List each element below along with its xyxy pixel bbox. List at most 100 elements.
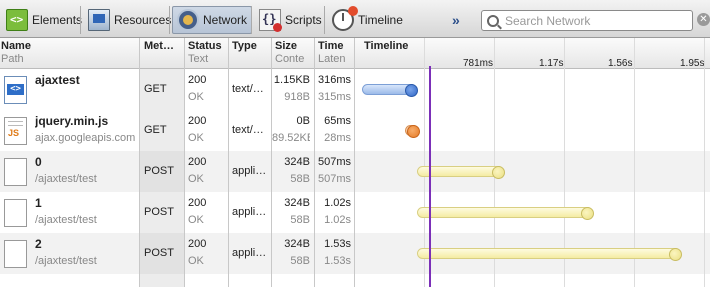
toolbar-divider — [169, 6, 170, 34]
time-cell: 65ms 28ms — [315, 113, 351, 147]
tab-elements[interactable]: Elements — [2, 6, 86, 34]
js-file-icon — [4, 117, 27, 145]
toolbar-divider — [80, 6, 81, 34]
status-value: 200 — [188, 156, 207, 168]
tab-scripts[interactable]: Scripts — [255, 6, 326, 34]
table-row[interactable]: jquery.min.js ajax.googleapis.com GET 200 OK… — [0, 110, 710, 151]
column-header-status[interactable]: Status Text — [188, 40, 228, 66]
column-title: Time — [318, 40, 344, 52]
timeline-tick-label: 781ms — [463, 58, 494, 69]
search-icon — [487, 14, 499, 27]
timeline-icon — [332, 6, 358, 31]
close-icon[interactable]: ✕ — [697, 13, 710, 26]
name-cell: 1/ajaxtest/test — [35, 195, 138, 229]
column-header-timeline[interactable]: Timeline — [364, 40, 424, 53]
size-value: 0B — [296, 115, 310, 127]
status-cell: 200 OK — [188, 195, 226, 229]
time-value: 507ms — [317, 156, 351, 168]
time-value: 65ms — [324, 115, 351, 127]
timeline-tick-label: 1.56s — [608, 58, 633, 69]
status-cell: 200 OK — [188, 154, 226, 188]
size-cell: 324B 58B — [272, 195, 310, 229]
time-cell: 507ms 507ms — [315, 154, 351, 188]
request-path: /ajaxtest/test — [35, 255, 97, 267]
timeline-tick-label: 1.17s — [539, 58, 564, 69]
tab-label: Scripts — [285, 13, 322, 27]
request-name[interactable]: 1 — [35, 195, 138, 212]
generic-file-icon — [4, 240, 27, 268]
request-path: /ajaxtest/test — [35, 214, 97, 226]
column-title: Size — [275, 40, 298, 52]
more-tabs-button[interactable]: » — [452, 12, 460, 28]
html-file-icon — [4, 76, 27, 104]
type-value: appli… — [232, 206, 267, 218]
network-grid: Name Path Met… Status Text Type Size Con… — [0, 38, 710, 287]
tab-network[interactable]: Network — [172, 6, 253, 34]
table-row[interactable]: ajaxtest GET 200 OK text/… 1.15KB 918B 316ms 315… — [0, 69, 710, 110]
scripts-icon — [259, 9, 282, 32]
request-name[interactable]: 2 — [35, 236, 138, 253]
tab-resources[interactable]: Resources — [84, 6, 175, 34]
status_text-value: OK — [188, 214, 204, 226]
request-name[interactable]: jquery.min.js — [35, 113, 138, 130]
table-row[interactable]: 0/ajaxtest/test POST 200 OK appli… 324B 58B 507… — [0, 151, 710, 192]
search-input[interactable] — [505, 13, 685, 28]
name-cell: 0/ajaxtest/test — [35, 154, 138, 188]
size-cell: 324B 58B — [272, 154, 310, 188]
grid-header: Name Path Met… Status Text Type Size Con… — [0, 38, 710, 69]
column-title: Timeline — [364, 40, 409, 52]
request-name[interactable]: ajaxtest — [35, 72, 138, 89]
column-header-type[interactable]: Type — [232, 40, 270, 53]
size-value: 1.15KB — [273, 74, 310, 86]
column-title: Status — [188, 40, 222, 52]
size-value: 324B — [284, 238, 310, 250]
timeline-tick-label: 1.95s — [680, 58, 705, 69]
timeline-bar[interactable] — [362, 84, 418, 97]
column-subtitle: Path — [1, 53, 24, 65]
latency-value: 507ms — [317, 173, 351, 185]
column-subtitle: Text — [188, 53, 209, 65]
status-value: 200 — [188, 115, 207, 127]
content-value: 58B — [290, 255, 310, 267]
column-header-time[interactable]: Time Laten — [318, 40, 353, 66]
tab-label: Elements — [32, 13, 83, 27]
name-cell: ajaxtest — [35, 72, 138, 89]
tab-label: Network — [203, 13, 248, 27]
latency-value: 315ms — [317, 91, 351, 103]
column-header-method[interactable]: Met… — [144, 40, 184, 53]
method-value: GET — [144, 83, 167, 95]
type-value: appli… — [232, 165, 267, 177]
column-subtitle: Laten — [318, 53, 346, 65]
timeline-bar[interactable] — [405, 125, 421, 138]
table-row[interactable]: 1/ajaxtest/test POST 200 OK appli… 324B 58B 1.0… — [0, 192, 710, 233]
timeline-bar[interactable] — [416, 207, 594, 220]
column-header-name[interactable]: Name Path — [1, 40, 137, 66]
column-header-size[interactable]: Size Conte — [275, 40, 313, 66]
tab-timeline[interactable]: Timeline — [328, 6, 407, 34]
tab-label: Resources — [114, 13, 172, 27]
column-subtitle: Conte — [275, 53, 305, 65]
time-cell: 1.53s 1.53s — [315, 236, 351, 270]
column-title: Type — [232, 40, 257, 52]
generic-file-icon — [4, 199, 27, 227]
status-value: 200 — [188, 197, 207, 209]
status-cell: 200 OK — [188, 72, 226, 106]
method-value: GET — [144, 124, 167, 136]
status-value: 200 — [188, 74, 207, 86]
timeline-bar-end — [404, 84, 418, 97]
method-value: POST — [144, 247, 174, 259]
time-value: 316ms — [317, 74, 351, 86]
time-value: 1.02s — [324, 197, 351, 209]
dom-content-loaded-marker — [429, 66, 431, 287]
time-cell: 316ms 315ms — [315, 72, 351, 106]
timeline-bar[interactable] — [416, 248, 682, 261]
name-cell: jquery.min.js ajax.googleapis.com — [35, 113, 138, 147]
method-value: POST — [144, 206, 174, 218]
search-box[interactable] — [481, 10, 693, 31]
request-name[interactable]: 0 — [35, 154, 138, 171]
type-cell: appli… — [232, 163, 270, 180]
status-cell: 200 OK — [188, 236, 226, 270]
status_text-value: OK — [188, 132, 204, 144]
toolbar-divider — [324, 6, 325, 34]
timeline-bar-end — [580, 207, 594, 220]
